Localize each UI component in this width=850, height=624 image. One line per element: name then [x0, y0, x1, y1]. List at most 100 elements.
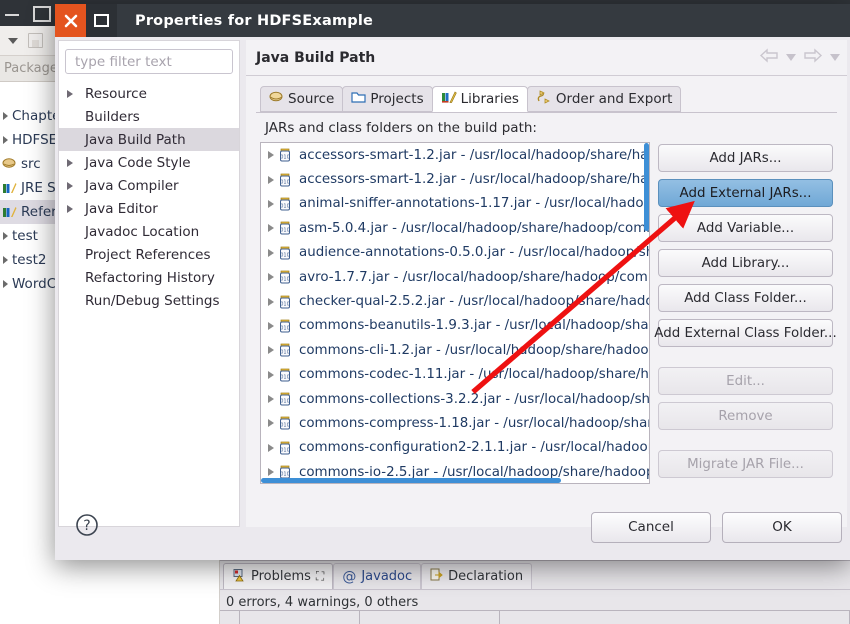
jar-icon: 010 — [277, 415, 293, 431]
list-item[interactable]: 010 commons-compress-1.18.jar - /usr/loc… — [261, 411, 649, 435]
remove-button[interactable]: Remove — [658, 402, 833, 430]
tab-problems[interactable]: Problems ⛶ — [223, 563, 334, 589]
expand-arrow-icon[interactable] — [264, 297, 277, 306]
filter-field[interactable] — [65, 49, 265, 74]
chevron-down-icon[interactable] — [830, 54, 840, 61]
library-action-buttons: Add JARs... Add External JARs... Add Var… — [654, 142, 837, 485]
jar-icon: 010 — [277, 147, 293, 163]
expand-arrow-icon[interactable] — [3, 280, 8, 288]
close-icon[interactable]: ⛶ — [316, 569, 324, 584]
maximize-icon[interactable] — [30, 2, 51, 22]
chevron-down-icon[interactable] — [8, 37, 18, 44]
svg-text:010: 010 — [280, 325, 290, 331]
bg-tree-label: test — [12, 228, 38, 244]
vertical-scrollbar[interactable] — [644, 143, 649, 483]
page-nav-buttons — [759, 48, 840, 67]
dialog-footer: ? Cancel OK — [55, 494, 850, 560]
svg-text:010: 010 — [280, 155, 290, 161]
expand-arrow-icon[interactable] — [264, 248, 277, 257]
expand-arrow-icon[interactable] — [264, 395, 277, 404]
add-external-class-folder-button[interactable]: Add External Class Folder... — [654, 319, 837, 347]
help-icon[interactable]: ? — [75, 513, 99, 541]
sidebar-item-refactoring-history[interactable]: Refactoring History — [59, 266, 239, 289]
expand-arrow-icon[interactable] — [264, 468, 277, 477]
chevron-down-icon[interactable] — [786, 54, 796, 61]
expand-arrow-icon[interactable] — [3, 256, 8, 264]
add-variable-button[interactable]: Add Variable... — [658, 214, 833, 242]
expand-arrow-icon[interactable] — [3, 112, 8, 120]
list-item[interactable]: 010 commons-collections-3.2.2.jar - /usr… — [261, 387, 649, 411]
cancel-button[interactable]: Cancel — [591, 511, 711, 543]
svg-text:010: 010 — [280, 228, 290, 234]
bg-tree-label: test2 — [12, 252, 47, 268]
back-arrow-icon[interactable] — [759, 48, 779, 67]
expand-arrow-icon[interactable] — [264, 443, 277, 452]
expand-arrow-icon[interactable] — [3, 232, 8, 240]
expand-arrow-icon[interactable] — [264, 321, 277, 330]
list-item[interactable]: 010 audience-annotations-0.5.0.jar - /us… — [261, 241, 649, 265]
list-item[interactable]: 010 accessors-smart-1.2.jar - /usr/local… — [261, 143, 649, 167]
edit-button[interactable]: Edit... — [658, 367, 833, 395]
tab-source[interactable]: Source — [260, 86, 344, 112]
expand-arrow-icon[interactable] — [264, 273, 277, 282]
tab-projects[interactable]: Projects — [342, 86, 433, 112]
add-jars-button[interactable]: Add JARs... — [658, 144, 833, 172]
expand-arrow-icon[interactable] — [264, 175, 277, 184]
list-item[interactable]: 010 commons-configuration2-2.1.1.jar - /… — [261, 436, 649, 460]
minimize-icon[interactable] — [2, 2, 22, 22]
sidebar-item-resource[interactable]: Resource — [59, 82, 239, 105]
list-item[interactable]: 010 accessors-smart-1.2.jar - /usr/local… — [261, 167, 649, 191]
vertical-scrollbar-thumb[interactable] — [644, 143, 649, 231]
list-item[interactable]: 010 asm-5.0.4.jar - /usr/local/hadoop/sh… — [261, 216, 649, 240]
sidebar-item-java-compiler[interactable]: Java Compiler — [59, 174, 239, 197]
list-item-label: animal-sniffer-annotations-1.17.jar - /u… — [299, 196, 649, 212]
expand-arrow-icon[interactable] — [264, 370, 277, 379]
add-external-jars-button[interactable]: Add External JARs... — [658, 179, 833, 207]
jar-icon: 010 — [277, 294, 293, 310]
problems-icon — [232, 568, 246, 586]
sidebar-item-javadoc-location[interactable]: Javadoc Location — [59, 220, 239, 243]
list-item[interactable]: 010 animal-sniffer-annotations-1.17.jar … — [261, 192, 649, 216]
list-item[interactable]: 010 avro-1.7.7.jar - /usr/local/hadoop/s… — [261, 265, 649, 289]
sidebar-item-run-debug-settings[interactable]: Run/Debug Settings — [59, 289, 239, 312]
add-class-folder-button[interactable]: Add Class Folder... — [658, 284, 833, 312]
maximize-icon[interactable] — [86, 4, 117, 37]
horizontal-scrollbar-thumb[interactable] — [261, 478, 561, 483]
list-item[interactable]: 010 commons-cli-1.2.jar - /usr/local/had… — [261, 338, 649, 362]
expand-arrow-icon[interactable] — [63, 181, 77, 190]
forward-arrow-icon[interactable] — [803, 48, 823, 67]
sidebar-item-builders[interactable]: Builders — [59, 105, 239, 128]
expand-arrow-icon[interactable] — [63, 158, 77, 167]
sidebar-item-java-editor[interactable]: Java Editor — [59, 197, 239, 220]
libraries-tab-panel: JARs and class folders on the build path… — [256, 112, 837, 516]
tab-declaration[interactable]: Declaration — [421, 563, 533, 589]
expand-arrow-icon[interactable] — [264, 199, 277, 208]
expand-arrow-icon[interactable] — [3, 136, 8, 144]
expand-arrow-icon[interactable] — [264, 346, 277, 355]
search-input[interactable] — [73, 52, 248, 71]
ok-button[interactable]: OK — [722, 511, 842, 543]
list-item[interactable]: 010 checker-qual-2.5.2.jar - /usr/local/… — [261, 289, 649, 313]
page-title: Java Build Path — [256, 49, 376, 66]
sidebar-item-java-build-path[interactable]: Java Build Path — [59, 128, 239, 151]
expand-arrow-icon[interactable] — [264, 151, 277, 160]
save-icon[interactable] — [28, 33, 43, 48]
expand-arrow-icon[interactable] — [264, 419, 277, 428]
sidebar-item-java-code-style[interactable]: Java Code Style — [59, 151, 239, 174]
expand-arrow-icon[interactable] — [63, 204, 77, 213]
sidebar-item-project-references[interactable]: Project References — [59, 243, 239, 266]
tab-libraries[interactable]: Libraries — [431, 86, 528, 112]
tab-javadoc[interactable]: @ Javadoc — [333, 563, 422, 589]
list-item[interactable]: 010 commons-codec-1.11.jar - /usr/local/… — [261, 363, 649, 387]
list-item[interactable]: 010 commons-beanutils-1.9.3.jar - /usr/l… — [261, 314, 649, 338]
tab-order-and-export[interactable]: Order and Export — [526, 86, 682, 112]
jar-icon: 010 — [277, 196, 293, 212]
add-library-button[interactable]: Add Library... — [658, 249, 833, 277]
expand-arrow-icon[interactable] — [264, 224, 277, 233]
at-sign-icon: @ — [342, 568, 357, 585]
horizontal-scrollbar[interactable] — [261, 478, 649, 483]
migrate-jar-file-button[interactable]: Migrate JAR File... — [658, 450, 833, 478]
close-icon[interactable] — [55, 4, 86, 37]
jar-list[interactable]: 010 accessors-smart-1.2.jar - /usr/local… — [260, 142, 650, 484]
expand-arrow-icon[interactable] — [63, 89, 77, 98]
